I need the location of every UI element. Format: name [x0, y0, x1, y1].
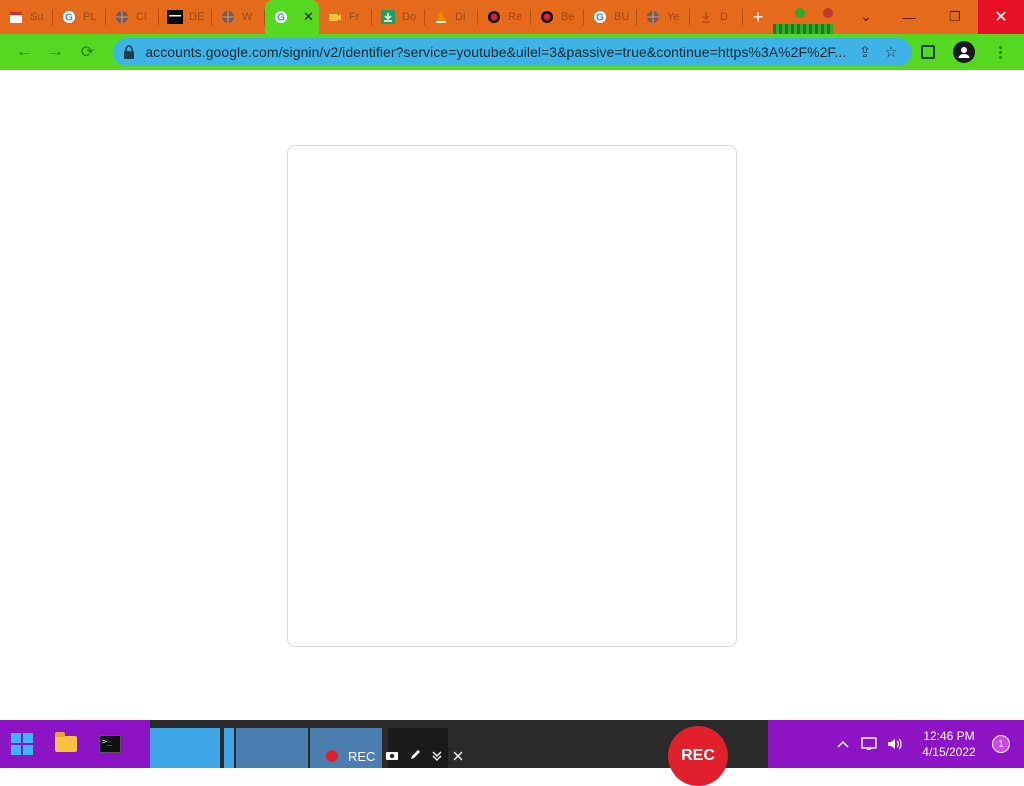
- window-controls: ⌄ — ❐ ✕: [846, 0, 1024, 34]
- tab-title: Cl: [136, 11, 147, 23]
- svg-text:G: G: [596, 13, 604, 24]
- clock-time: 12:46 PM: [923, 729, 975, 743]
- tab-4[interactable]: DE: [159, 0, 212, 34]
- tab-2[interactable]: G PL: [53, 0, 106, 34]
- network-icon[interactable]: [856, 737, 882, 751]
- profile-avatar-icon: [953, 41, 975, 63]
- download-icon: [380, 9, 396, 25]
- globe-icon: [114, 9, 130, 25]
- chevron-up-icon[interactable]: [830, 740, 856, 748]
- tab-12[interactable]: G BU: [584, 0, 637, 34]
- share-icon[interactable]: ⇪: [852, 41, 878, 63]
- tab-strip: Su G PL Cl DE W G ✕ Fr Do Di Re Be G BU …: [0, 0, 1024, 34]
- tab-11[interactable]: Be: [531, 0, 584, 34]
- svg-text:G: G: [65, 13, 73, 24]
- forward-button[interactable]: →: [40, 38, 72, 66]
- tab-title: Be: [561, 11, 575, 23]
- google-icon: G: [592, 9, 608, 25]
- kebab-menu-icon: [990, 45, 1010, 59]
- camera-icon[interactable]: [385, 749, 399, 764]
- address-bar[interactable]: accounts.google.com/signin/v2/identifier…: [113, 38, 912, 66]
- clock-date: 4/15/2022: [922, 745, 976, 759]
- rec-label[interactable]: REC: [348, 749, 375, 764]
- tab-1[interactable]: Su: [0, 0, 53, 34]
- terminal-icon: >_: [99, 735, 121, 753]
- taskbar-app-thumbnail[interactable]: [236, 728, 308, 768]
- tab-14[interactable]: D: [690, 0, 743, 34]
- tab-title: Re: [508, 11, 523, 23]
- tab-13[interactable]: Ye: [637, 0, 690, 34]
- page-content: [0, 70, 1024, 720]
- back-button[interactable]: ←: [8, 38, 40, 66]
- pen-icon[interactable]: [409, 749, 421, 764]
- volume-icon[interactable]: [882, 737, 908, 751]
- restore-button[interactable]: ❐: [932, 0, 978, 34]
- url-text[interactable]: accounts.google.com/signin/v2/identifier…: [145, 44, 852, 60]
- theme-grass: [773, 24, 833, 34]
- tab-title: PL: [83, 11, 97, 23]
- record-icon: [539, 9, 555, 25]
- tab-6-active[interactable]: G ✕: [265, 0, 319, 34]
- tab-title: D: [720, 11, 728, 23]
- tab-title: BU: [614, 11, 630, 23]
- theme-sprite: [823, 8, 833, 18]
- tab-title: Do: [402, 11, 417, 23]
- file-explorer-button[interactable]: [44, 720, 88, 768]
- notification-badge[interactable]: 1: [992, 735, 1010, 753]
- close-icon[interactable]: [453, 749, 463, 764]
- record-dot-icon: [326, 750, 338, 762]
- tab-8[interactable]: Do: [372, 0, 425, 34]
- globe-icon: [645, 9, 661, 25]
- reload-button[interactable]: ⟳: [72, 38, 104, 66]
- download-icon: [698, 9, 714, 25]
- tab-title: Fr: [349, 11, 360, 23]
- svg-text:G: G: [277, 13, 285, 24]
- tab-title: W: [242, 11, 253, 23]
- tab-search-dropdown-icon[interactable]: ⌄: [846, 0, 886, 34]
- close-window-button[interactable]: ✕: [978, 0, 1024, 34]
- record-icon: [486, 9, 502, 25]
- tab-7[interactable]: Fr: [319, 0, 372, 34]
- theme-sprite: [795, 8, 805, 18]
- start-button[interactable]: [0, 720, 44, 768]
- side-panel-button[interactable]: [912, 38, 944, 66]
- system-tray: 12:46 PM 4/15/2022 1: [768, 720, 1024, 768]
- tab-title: Ye: [667, 11, 680, 23]
- video-camera-icon: [327, 9, 343, 25]
- menu-button[interactable]: [984, 38, 1016, 66]
- tab-3[interactable]: Cl: [106, 0, 159, 34]
- new-tab-button[interactable]: +: [743, 0, 773, 34]
- terminal-button[interactable]: >_: [88, 720, 132, 768]
- bookmark-star-icon[interactable]: ☆: [878, 41, 904, 63]
- tab-5[interactable]: W: [212, 0, 265, 34]
- black-site-icon: [167, 9, 183, 25]
- globe-icon: [220, 9, 236, 25]
- toolbar-right: [912, 38, 1016, 66]
- recorder-controls: REC: [326, 744, 463, 768]
- tab-title: Di: [455, 11, 466, 23]
- google-icon: G: [273, 9, 289, 25]
- lock-icon[interactable]: [123, 44, 137, 60]
- vlc-icon: [433, 9, 449, 25]
- taskbar-app-thumbnail[interactable]: [224, 728, 234, 768]
- google-icon: G: [61, 9, 77, 25]
- chevron-down-icon[interactable]: [431, 749, 443, 764]
- tab-close-icon[interactable]: ✕: [303, 9, 314, 25]
- profile-button[interactable]: [948, 38, 980, 66]
- tab-title: Su: [30, 11, 44, 23]
- tab-9[interactable]: Di: [425, 0, 478, 34]
- taskbar-clock[interactable]: 12:46 PM 4/15/2022: [914, 728, 984, 760]
- theme-decoration: [773, 0, 833, 34]
- tab-10[interactable]: Re: [478, 0, 531, 34]
- minimize-button[interactable]: —: [886, 0, 932, 34]
- windows-logo-icon: [11, 733, 33, 755]
- calendar-icon: [8, 9, 24, 25]
- signin-card: [287, 145, 737, 647]
- side-panel-icon: [921, 45, 935, 59]
- record-button[interactable]: REC: [668, 726, 728, 786]
- folder-icon: [55, 732, 77, 752]
- tab-title: DE: [189, 11, 205, 23]
- browser-toolbar: ← → ⟳ accounts.google.com/signin/v2/iden…: [0, 34, 1024, 70]
- taskbar-app-thumbnail[interactable]: [150, 728, 220, 768]
